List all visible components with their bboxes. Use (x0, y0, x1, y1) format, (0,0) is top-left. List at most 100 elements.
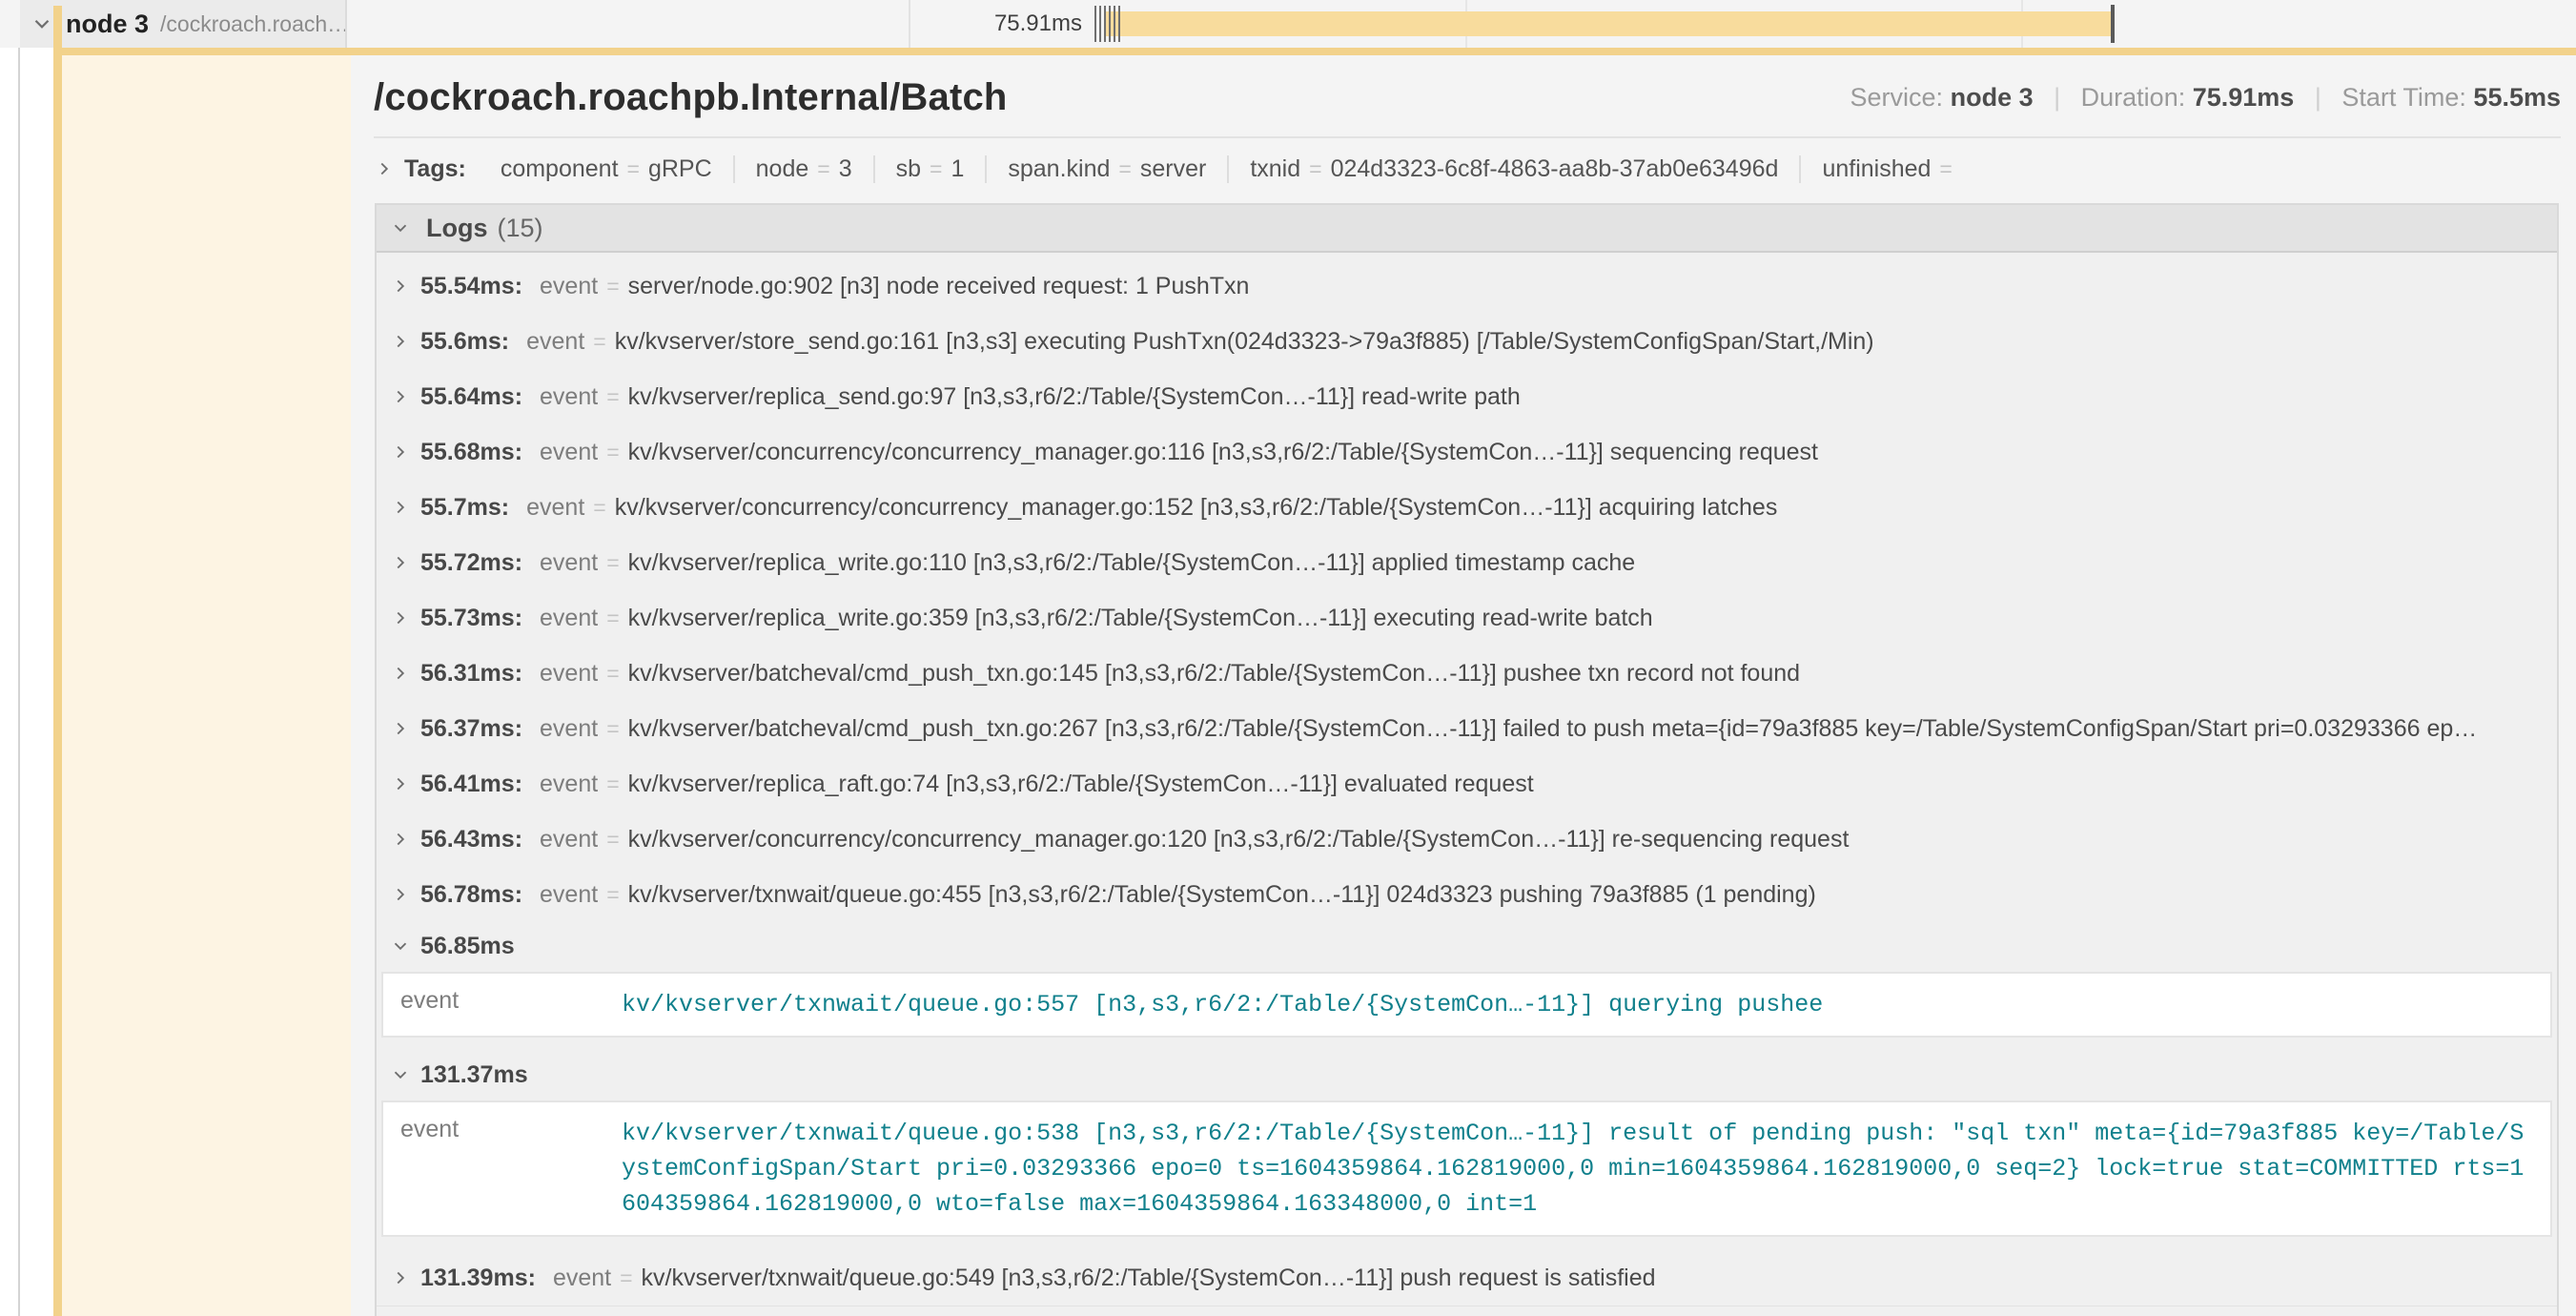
log-message: kv/kvserver/replica_write.go:110 [n3,s3,… (628, 549, 1636, 577)
log-row-expanded-header[interactable]: 131.37ms (377, 1051, 2557, 1099)
chevron-right-icon (390, 884, 411, 905)
span-operation-name: /cockroach.roach… (160, 11, 345, 37)
log-timestamp: 56.43ms: (420, 826, 522, 853)
chevron-right-icon (390, 718, 411, 739)
chevron-right-icon (390, 386, 411, 407)
log-row[interactable]: 55.73ms: event = kv/kvserver/replica_wri… (377, 590, 2557, 646)
tag-item: node = 3 (733, 155, 873, 183)
log-message: kv/kvserver/concurrency/concurrency_mana… (628, 439, 1818, 466)
logs-header[interactable]: Logs (15) (377, 205, 2557, 253)
log-timestamp: 55.64ms: (420, 383, 522, 411)
span-detail-header: /cockroach.roachpb.Internal/Batch Servic… (374, 71, 2561, 138)
log-row[interactable]: 56.31ms: event = kv/kvserver/batcheval/c… (377, 646, 2557, 701)
chevron-right-icon (390, 331, 411, 352)
chevron-right-icon[interactable] (374, 158, 395, 179)
log-timestamp: 55.73ms: (420, 605, 522, 632)
log-field-key: event (526, 328, 584, 356)
log-timestamp: 55.7ms: (420, 494, 509, 522)
log-row[interactable]: 55.72ms: event = kv/kvserver/replica_wri… (377, 535, 2557, 590)
log-field-key: event (540, 383, 598, 411)
tag-key: sb (896, 155, 921, 183)
tag-key: span.kind (1008, 155, 1110, 183)
detail-top-accent-border (53, 48, 2576, 55)
service-value: node 3 (1951, 83, 2034, 112)
span-service-name: node 3 (66, 10, 149, 39)
log-row[interactable]: 55.7ms: event = kv/kvserver/concurrency/… (377, 480, 2557, 535)
equals-sign: = (1110, 156, 1139, 182)
log-row-expanded-header[interactable]: 56.85ms (377, 922, 2557, 970)
log-timestamp: 56.41ms: (420, 771, 522, 798)
log-timestamp: 56.37ms: (420, 715, 522, 743)
log-row[interactable]: 55.6ms: event = kv/kvserver/store_send.g… (377, 314, 2557, 369)
log-field-value: kv/kvserver/txnwait/queue.go:538 [n3,s3,… (622, 1116, 2550, 1222)
chevron-right-icon (390, 276, 411, 297)
log-message: kv/kvserver/store_send.go:161 [n3,s3] ex… (615, 328, 1874, 356)
log-field-key: event (540, 881, 598, 909)
span-detail-panel: /cockroach.roachpb.Internal/Batch Servic… (351, 55, 2576, 1316)
equals-sign: = (1300, 156, 1330, 182)
span-name-cell[interactable]: node 3 /cockroach.roach… (20, 0, 347, 48)
tag-key: unfinished (1822, 155, 1931, 183)
log-row[interactable]: 56.41ms: event = kv/kvserver/replica_raf… (377, 756, 2557, 812)
log-field-key: event (540, 549, 598, 577)
chevron-down-icon[interactable] (30, 11, 54, 36)
equals-sign: = (606, 882, 619, 908)
log-row[interactable]: 55.54ms: event = server/node.go:902 [n3]… (377, 258, 2557, 314)
log-row[interactable]: 56.37ms: event = kv/kvserver/batcheval/c… (377, 701, 2557, 756)
chevron-right-icon (390, 552, 411, 573)
log-timestamp: 56.31ms: (420, 660, 522, 688)
log-message: kv/kvserver/txnwait/queue.go:455 [n3,s3,… (628, 881, 1816, 909)
equals-sign: = (606, 606, 619, 631)
meta-divider: | (2040, 83, 2074, 112)
equals-sign: = (1931, 156, 1960, 182)
tag-value: 1 (951, 155, 964, 183)
span-meta: Service: node 3 | Duration: 75.91ms | St… (1850, 83, 2561, 113)
log-row[interactable]: 55.68ms: event = kv/kvserver/concurrency… (377, 424, 2557, 480)
equals-sign: = (620, 1265, 632, 1291)
chevron-right-icon (390, 607, 411, 628)
span-bar[interactable] (1104, 11, 2113, 36)
logs-section: Logs (15) 55.54ms: event = server/node.g… (375, 203, 2559, 1316)
logs-count: (15) (498, 214, 543, 243)
timeline-spacer-cell (349, 0, 910, 48)
log-row[interactable]: 56.78ms: event = kv/kvserver/txnwait/que… (377, 867, 2557, 922)
tags-row[interactable]: Tags: component = gRPC node = 3 sb = 1 s… (374, 140, 2561, 197)
log-message: kv/kvserver/concurrency/concurrency_mana… (615, 494, 1778, 522)
span-color-strip (53, 6, 62, 1316)
tag-key: component (501, 155, 619, 183)
tag-item: component = gRPC (480, 155, 733, 183)
log-message: kv/kvserver/replica_raft.go:74 [n3,s3,r6… (628, 771, 1534, 798)
log-row[interactable]: 56.43ms: event = kv/kvserver/concurrency… (377, 812, 2557, 867)
chevron-right-icon (390, 497, 411, 518)
log-message: kv/kvserver/txnwait/queue.go:549 [n3,s3,… (642, 1265, 1656, 1292)
meta-divider: | (2301, 83, 2335, 112)
logs-title: Logs (426, 214, 488, 243)
tag-item: unfinished = (1799, 155, 1981, 183)
span-duration-label: 75.91ms (910, 0, 1082, 48)
log-row[interactable]: 131.39ms: event = kv/kvserver/txnwait/qu… (377, 1250, 2557, 1306)
log-field-key: event (526, 494, 584, 522)
equals-sign: = (606, 827, 619, 853)
logs-list: 55.54ms: event = server/node.go:902 [n3]… (377, 253, 2557, 1306)
operation-title: /cockroach.roachpb.Internal/Batch (374, 76, 1008, 119)
equals-sign: = (606, 550, 619, 576)
log-entry-expanded: 131.37ms event kv/kvserver/txnwait/queue… (377, 1051, 2557, 1237)
tag-value: 024d3323-6c8f-4863-aa8b-37ab0e63496d (1331, 155, 1779, 183)
chevron-down-icon (390, 217, 411, 238)
log-message: server/node.go:902 [n3] node received re… (628, 273, 1250, 300)
log-field-key: event (540, 715, 598, 743)
log-message: kv/kvserver/replica_send.go:97 [n3,s3,r6… (628, 383, 1521, 411)
tag-items: component = gRPC node = 3 sb = 1 span.ki… (480, 155, 1982, 183)
log-timestamp: 55.54ms: (420, 273, 522, 300)
log-timestamp: 56.78ms: (420, 881, 522, 909)
duration-value: 75.91ms (2193, 83, 2295, 112)
equals-sign: = (921, 156, 951, 182)
equals-sign: = (593, 495, 605, 521)
log-row[interactable]: 55.64ms: event = kv/kvserver/replica_sen… (377, 369, 2557, 424)
equals-sign: = (606, 716, 619, 742)
log-timestamp: 55.68ms: (420, 439, 522, 466)
log-timestamp: 131.39ms: (420, 1265, 536, 1292)
log-message: kv/kvserver/batcheval/cmd_push_txn.go:14… (628, 660, 1800, 688)
log-message: kv/kvserver/batcheval/cmd_push_txn.go:26… (628, 715, 2478, 743)
jaeger-trace-timeline-view: node 3 /cockroach.roach… 75.91ms /cockro… (0, 0, 2576, 1316)
